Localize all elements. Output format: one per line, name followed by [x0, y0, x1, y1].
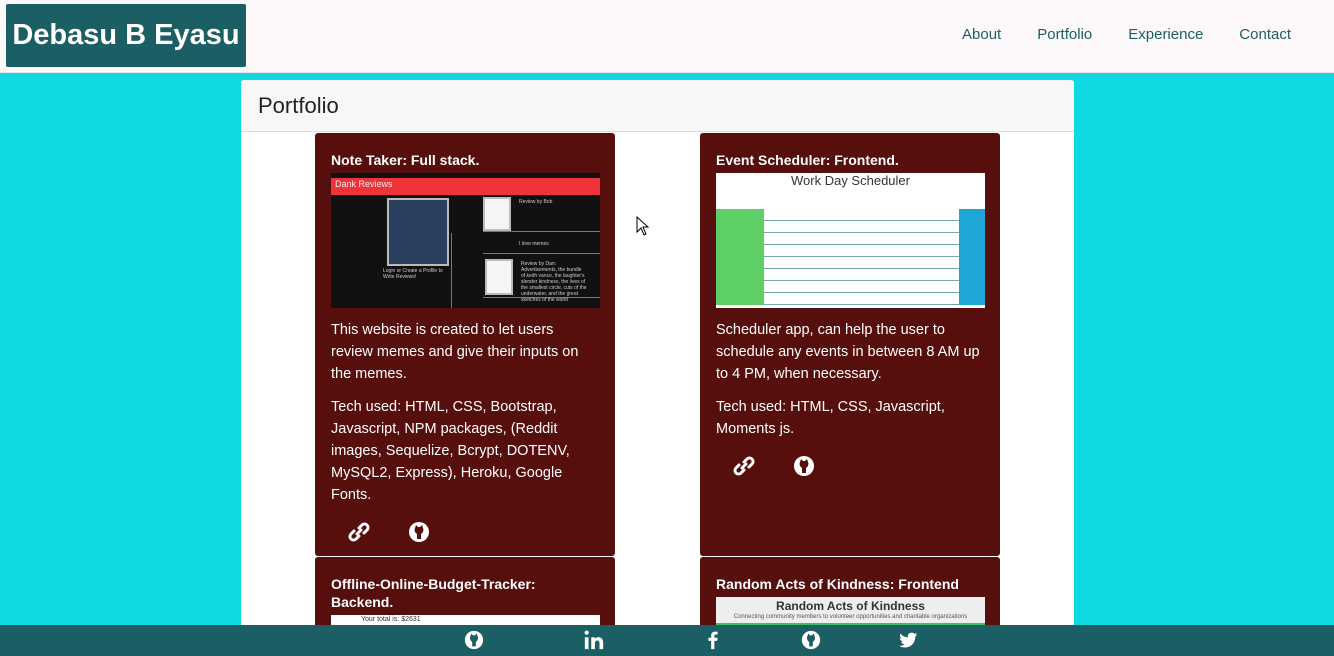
project-screenshot[interactable]: Random Acts of Kindness Connecting commu… [716, 597, 985, 627]
twitter-icon[interactable] [897, 629, 919, 651]
nav-about-link[interactable]: About [962, 26, 1001, 43]
project-screenshot[interactable]: Dank Reviews Review by Bob I love memes … [331, 173, 600, 308]
project-links [716, 454, 984, 478]
nav-portfolio-link[interactable]: Portfolio [1037, 26, 1092, 43]
project-card-note-taker: Note Taker: Full stack. Dank Reviews Rev… [315, 133, 615, 556]
github-icon[interactable] [463, 629, 485, 651]
link-icon[interactable] [347, 520, 371, 544]
project-tech: Tech used: HTML, CSS, Bootstrap, Javascr… [331, 399, 570, 503]
project-title: Random Acts of Kindness: Frontend [716, 576, 959, 592]
project-links [331, 520, 599, 544]
github-icon[interactable] [792, 454, 816, 478]
project-title: Note Taker: Full stack. [331, 152, 480, 168]
project-screenshot[interactable]: Work Day Scheduler [716, 173, 985, 308]
facebook-icon[interactable] [702, 629, 724, 651]
project-title: Offline-Online-Budget-Tracker: Backend. [331, 576, 536, 610]
project-description: This website is created to let users rev… [331, 322, 579, 382]
screenshot-caption: Work Day Scheduler [791, 173, 910, 188]
screenshot-caption: Random Acts of Kindness [776, 599, 925, 613]
brand-logo[interactable]: Debasu B Eyasu [6, 4, 246, 67]
screenshot-subcaption: Connecting community members to voluntee… [733, 614, 968, 620]
nav-menu: About Portfolio Experience Contact [962, 26, 1291, 43]
footer-social-bar [0, 625, 1334, 656]
portfolio-title: Portfolio [258, 92, 339, 118]
link-icon[interactable] [732, 454, 756, 478]
github-icon[interactable] [800, 629, 822, 651]
github-icon[interactable] [407, 520, 431, 544]
nav-contact-link[interactable]: Contact [1239, 26, 1291, 43]
screenshot-caption: Your total is: $2631 [361, 616, 421, 623]
project-tech: Tech used: HTML, CSS, Javascript, Moment… [716, 399, 945, 437]
project-title: Event Scheduler: Frontend. [716, 152, 899, 168]
panel-header: Portfolio [241, 80, 1074, 132]
top-navbar: Debasu B Eyasu About Portfolio Experienc… [0, 0, 1334, 73]
project-card-event-scheduler: Event Scheduler: Frontend. Work Day Sche… [700, 133, 1000, 556]
linkedin-icon[interactable] [583, 629, 605, 651]
mouse-cursor-icon [636, 216, 650, 236]
portfolio-panel: Portfolio Note Taker: Full stack. Dank R… [241, 80, 1074, 640]
nav-experience-link[interactable]: Experience [1128, 26, 1203, 43]
project-description: Scheduler app, can help the user to sche… [716, 322, 980, 382]
screenshot-caption: Dank Reviews [335, 179, 393, 189]
